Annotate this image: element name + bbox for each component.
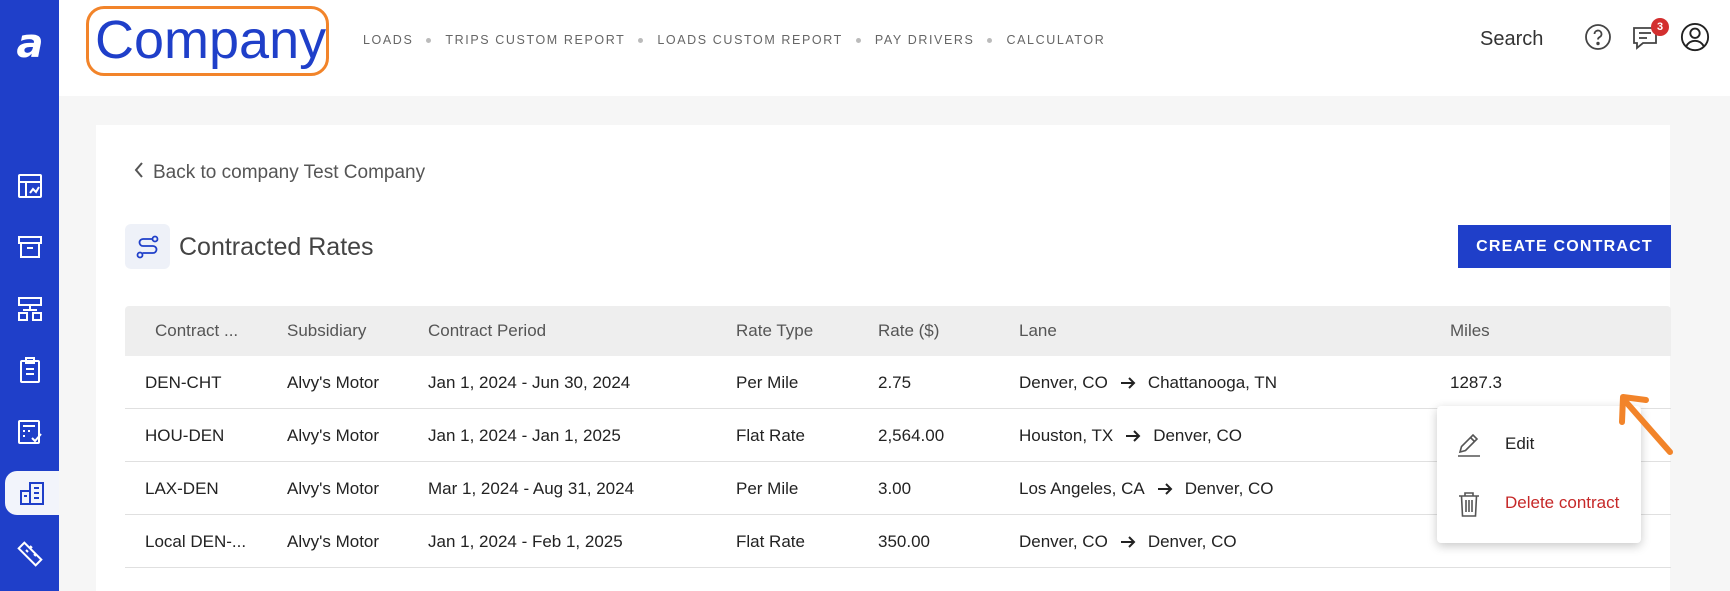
menu-item-delete-label: Delete contract <box>1505 493 1620 512</box>
arrow-right-icon <box>1157 482 1173 496</box>
search-button[interactable]: Search <box>1480 28 1543 51</box>
arrow-right-icon <box>1120 535 1136 549</box>
dashboard-icon[interactable] <box>0 164 59 208</box>
archive-icon[interactable] <box>0 225 59 269</box>
menu-item-edit-label: Edit <box>1505 434 1535 453</box>
menu-item-delete-contract[interactable]: Delete contract <box>1437 478 1641 528</box>
arrow-right-icon <box>1120 376 1136 390</box>
cell-subsidiary: Alvy's Motor <box>287 426 380 445</box>
notification-badge: 3 <box>1651 18 1669 36</box>
menu-item-edit[interactable]: Edit <box>1437 419 1641 469</box>
nav-item-loads[interactable]: LOADS <box>363 33 413 47</box>
nav-item-calculator[interactable]: CALCULATOR <box>1006 33 1105 47</box>
nav-separator <box>638 37 644 43</box>
cell-period: Jan 1, 2024 - Jan 1, 2025 <box>428 426 621 445</box>
column-header-contract[interactable]: Contract ... <box>155 321 238 341</box>
create-contract-button[interactable]: CREATE CONTRACT <box>1458 225 1671 268</box>
cell-subsidiary: Alvy's Motor <box>287 373 380 392</box>
cell-period: Mar 1, 2024 - Aug 31, 2024 <box>428 479 635 498</box>
back-link-label: Back to company Test Company <box>153 162 426 183</box>
cell-rate: 2.75 <box>878 373 912 392</box>
app-logo[interactable]: a <box>10 20 50 68</box>
cell-rate-type: Per Mile <box>736 373 799 392</box>
nav-item-pay-drivers[interactable]: PAY DRIVERS <box>875 33 975 47</box>
column-header-rate-type[interactable]: Rate Type <box>736 321 813 341</box>
lane-destination: Denver, CO <box>1153 426 1242 445</box>
company-name[interactable]: Company <box>95 8 326 72</box>
ruler-icon[interactable] <box>0 532 59 576</box>
nav-separator <box>855 37 861 43</box>
cell-contract: Local DEN-... <box>145 532 247 551</box>
top-nav: LOADS TRIPS CUSTOM REPORT LOADS CUSTOM R… <box>363 33 1105 47</box>
pencil-icon <box>1455 431 1483 464</box>
cell-rate-type: Flat Rate <box>736 426 805 445</box>
cell-subsidiary: Alvy's Motor <box>287 479 380 498</box>
org-chart-icon[interactable] <box>0 287 59 331</box>
lane-destination: Denver, CO <box>1184 479 1274 498</box>
company-buildings-icon[interactable] <box>5 471 59 515</box>
account-icon[interactable] <box>1680 22 1710 52</box>
sidebar: a <box>0 0 59 591</box>
row-context-menu: Edit Delete contract <box>1437 406 1641 543</box>
lane-origin: Houston, TX <box>1019 426 1114 445</box>
cell-rate-type: Per Mile <box>736 479 799 498</box>
help-icon[interactable] <box>1583 22 1613 52</box>
clipboard-icon[interactable] <box>0 348 59 392</box>
cell-subsidiary: Alvy's Motor <box>287 532 380 551</box>
lane-origin: Denver, CO <box>1019 373 1108 392</box>
cell-lane: Houston, TX Denver, CO <box>1019 426 1242 446</box>
trash-icon <box>1455 490 1483 523</box>
cell-rate-type: Flat Rate <box>736 532 805 551</box>
page-title: Contracted Rates <box>179 233 374 261</box>
column-header-subsidiary[interactable]: Subsidiary <box>287 321 366 341</box>
lane-origin: Los Angeles, CA <box>1019 479 1145 498</box>
table-row[interactable]: DEN-CHT Alvy's Motor Jan 1, 2024 - Jun 3… <box>125 356 1671 409</box>
lane-destination: Denver, CO <box>1147 532 1237 551</box>
lane-destination: Chattanooga, TN <box>1147 373 1277 392</box>
calculator-icon[interactable] <box>0 410 59 454</box>
cell-lane: Denver, CO Chattanooga, TN <box>1019 373 1277 393</box>
chevron-left-icon <box>133 161 145 185</box>
cell-contract: HOU-DEN <box>145 426 225 445</box>
column-header-lane[interactable]: Lane <box>1019 321 1057 341</box>
cell-miles: 1287.3 <box>1450 373 1502 392</box>
nav-item-trips-custom-report[interactable]: TRIPS CUSTOM REPORT <box>445 33 625 47</box>
cell-contract: DEN-CHT <box>145 373 222 392</box>
cell-lane: Denver, CO Denver, CO <box>1019 532 1237 552</box>
column-header-rate[interactable]: Rate ($) <box>878 321 939 341</box>
column-header-contract-period[interactable]: Contract Period <box>428 321 546 341</box>
column-header-miles[interactable]: Miles <box>1450 321 1490 341</box>
route-icon <box>125 224 170 269</box>
cell-period: Jan 1, 2024 - Feb 1, 2025 <box>428 532 623 551</box>
nav-item-loads-custom-report[interactable]: LOADS CUSTOM REPORT <box>657 33 843 47</box>
nav-separator <box>987 37 993 43</box>
nav-separator <box>426 37 432 43</box>
cell-rate: 2,564.00 <box>878 426 945 445</box>
cell-lane: Los Angeles, CA Denver, CO <box>1019 479 1274 499</box>
back-link[interactable]: Back to company Test Company <box>133 161 425 185</box>
annotation-arrow-icon <box>1619 394 1673 455</box>
cell-period: Jan 1, 2024 - Jun 30, 2024 <box>428 373 631 392</box>
arrow-right-icon <box>1125 429 1141 443</box>
table-header: Contract ... Subsidiary Contract Period … <box>125 306 1671 356</box>
cell-rate: 3.00 <box>878 479 912 498</box>
cell-rate: 350.00 <box>878 532 930 551</box>
cell-contract: LAX-DEN <box>145 479 219 498</box>
lane-origin: Denver, CO <box>1019 532 1108 551</box>
